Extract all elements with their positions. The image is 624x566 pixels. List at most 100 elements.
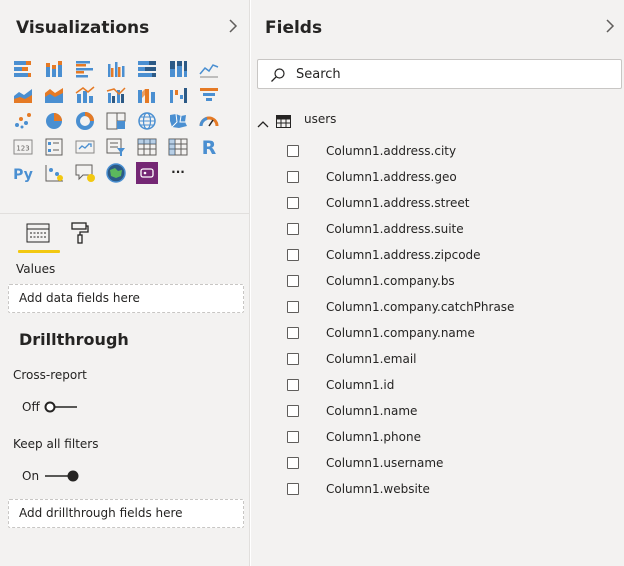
key-influencers-icon[interactable] (43, 162, 65, 184)
field-row[interactable]: Column1.address.suite (281, 220, 611, 240)
visualizations-pane: Visualizations 123 R Py ··· Values Add d… (0, 0, 250, 566)
cross-report-toggle[interactable]: Off (22, 400, 82, 414)
field-checkbox[interactable] (287, 379, 299, 391)
field-row[interactable]: Column1.phone (281, 428, 611, 448)
field-row[interactable]: Column1.website (281, 480, 611, 500)
more-label: ··· (171, 165, 185, 179)
active-tab-indicator (18, 250, 60, 253)
search-input[interactable]: Search (257, 59, 622, 89)
keep-filters-label: Keep all filters (13, 437, 99, 451)
cross-report-state: Off (22, 400, 40, 414)
table-icon[interactable] (136, 136, 158, 158)
field-row[interactable]: Column1.address.geo (281, 168, 611, 188)
field-row[interactable]: Column1.name (281, 402, 611, 422)
power-apps-icon[interactable] (136, 162, 158, 184)
values-drop-well[interactable]: Add data fields here (8, 284, 244, 313)
field-checkbox[interactable] (287, 327, 299, 339)
keep-filters-state: On (22, 469, 40, 483)
r-label: R (202, 137, 217, 158)
values-placeholder: Add data fields here (19, 291, 140, 305)
field-row[interactable]: Column1.address.street (281, 194, 611, 214)
slicer-icon[interactable] (105, 136, 127, 158)
field-label: Column1.id (326, 378, 395, 392)
qa-visual-icon[interactable] (74, 162, 96, 184)
line-and-stacked-column-chart-icon[interactable] (74, 84, 96, 106)
arcgis-map-icon[interactable] (105, 162, 127, 184)
field-label: Column1.company.name (326, 326, 475, 340)
field-checkbox[interactable] (287, 353, 299, 365)
field-checkbox[interactable] (287, 223, 299, 235)
field-label: Column1.address.street (326, 196, 470, 210)
100pct-stacked-column-chart-icon[interactable] (167, 58, 189, 80)
line-chart-icon[interactable] (198, 58, 220, 80)
stacked-bar-chart-icon[interactable] (12, 58, 34, 80)
chevron-right-icon[interactable] (605, 18, 615, 37)
search-icon (270, 67, 286, 87)
stacked-column-chart-icon[interactable] (43, 58, 65, 80)
field-checkbox[interactable] (287, 483, 299, 495)
field-checkbox[interactable] (287, 457, 299, 469)
visualizations-title: Visualizations (16, 18, 150, 38)
field-checkbox[interactable] (287, 301, 299, 313)
field-row[interactable]: Column1.company.catchPhrase (281, 298, 611, 318)
field-label: Column1.name (326, 404, 418, 418)
funnel-chart-icon[interactable] (198, 84, 220, 106)
cross-report-label: Cross-report (13, 368, 87, 382)
more-visuals-icon[interactable]: ··· (167, 162, 189, 184)
100pct-stacked-bar-chart-icon[interactable] (136, 58, 158, 80)
fields-well-icon[interactable] (26, 222, 50, 244)
field-checkbox[interactable] (287, 431, 299, 443)
area-chart-icon[interactable] (12, 84, 34, 106)
field-label: Column1.phone (326, 430, 421, 444)
field-row[interactable]: Column1.email (281, 350, 611, 370)
stacked-area-chart-icon[interactable] (43, 84, 65, 106)
card-label: 123 (16, 145, 29, 153)
gauge-icon[interactable] (198, 110, 220, 132)
values-label: Values (16, 262, 56, 276)
search-placeholder: Search (296, 67, 341, 82)
field-row[interactable]: Column1.company.bs (281, 272, 611, 292)
waterfall-chart-icon[interactable] (167, 84, 189, 106)
field-label: Column1.company.catchPhrase (326, 300, 515, 314)
field-checkbox[interactable] (287, 249, 299, 261)
drillthrough-placeholder: Add drillthrough fields here (19, 506, 183, 520)
table-node-users[interactable]: users (257, 111, 617, 129)
field-row[interactable]: Column1.address.city (281, 142, 611, 162)
drillthrough-title: Drillthrough (19, 330, 129, 349)
field-checkbox[interactable] (287, 145, 299, 157)
line-and-clustered-column-chart-icon[interactable] (105, 84, 127, 106)
kpi-icon[interactable] (74, 136, 96, 158)
field-label: Column1.username (326, 456, 444, 470)
drillthrough-drop-well[interactable]: Add drillthrough fields here (8, 499, 244, 528)
field-checkbox[interactable] (287, 171, 299, 183)
field-checkbox[interactable] (287, 197, 299, 209)
field-row[interactable]: Column1.id (281, 376, 611, 396)
field-label: Column1.company.bs (326, 274, 455, 288)
r-script-visual-icon[interactable]: R (198, 136, 220, 158)
ribbon-chart-icon[interactable] (136, 84, 158, 106)
field-checkbox[interactable] (287, 405, 299, 417)
field-checkbox[interactable] (287, 275, 299, 287)
chevron-up-icon[interactable] (257, 114, 269, 133)
donut-chart-icon[interactable] (74, 110, 96, 132)
field-label: Column1.email (326, 352, 417, 366)
python-visual-icon[interactable]: Py (12, 162, 34, 184)
multi-row-card-icon[interactable] (43, 136, 65, 158)
filled-map-icon[interactable] (167, 110, 189, 132)
paint-roller-icon[interactable] (70, 222, 90, 244)
scatter-chart-icon[interactable] (12, 110, 34, 132)
card-icon[interactable]: 123 (12, 136, 34, 158)
field-row[interactable]: Column1.company.name (281, 324, 611, 344)
map-icon[interactable] (136, 110, 158, 132)
pie-chart-icon[interactable] (43, 110, 65, 132)
field-row[interactable]: Column1.address.zipcode (281, 246, 611, 266)
chevron-right-icon[interactable] (228, 18, 238, 37)
fields-pane: Fields Search users Column1.address.city… (251, 0, 624, 566)
clustered-column-chart-icon[interactable] (105, 58, 127, 80)
keep-filters-toggle[interactable]: On (22, 469, 82, 483)
field-row[interactable]: Column1.username (281, 454, 611, 474)
treemap-icon[interactable] (105, 110, 127, 132)
matrix-icon[interactable] (167, 136, 189, 158)
clustered-bar-chart-icon[interactable] (74, 58, 96, 80)
py-label: Py (13, 167, 33, 183)
